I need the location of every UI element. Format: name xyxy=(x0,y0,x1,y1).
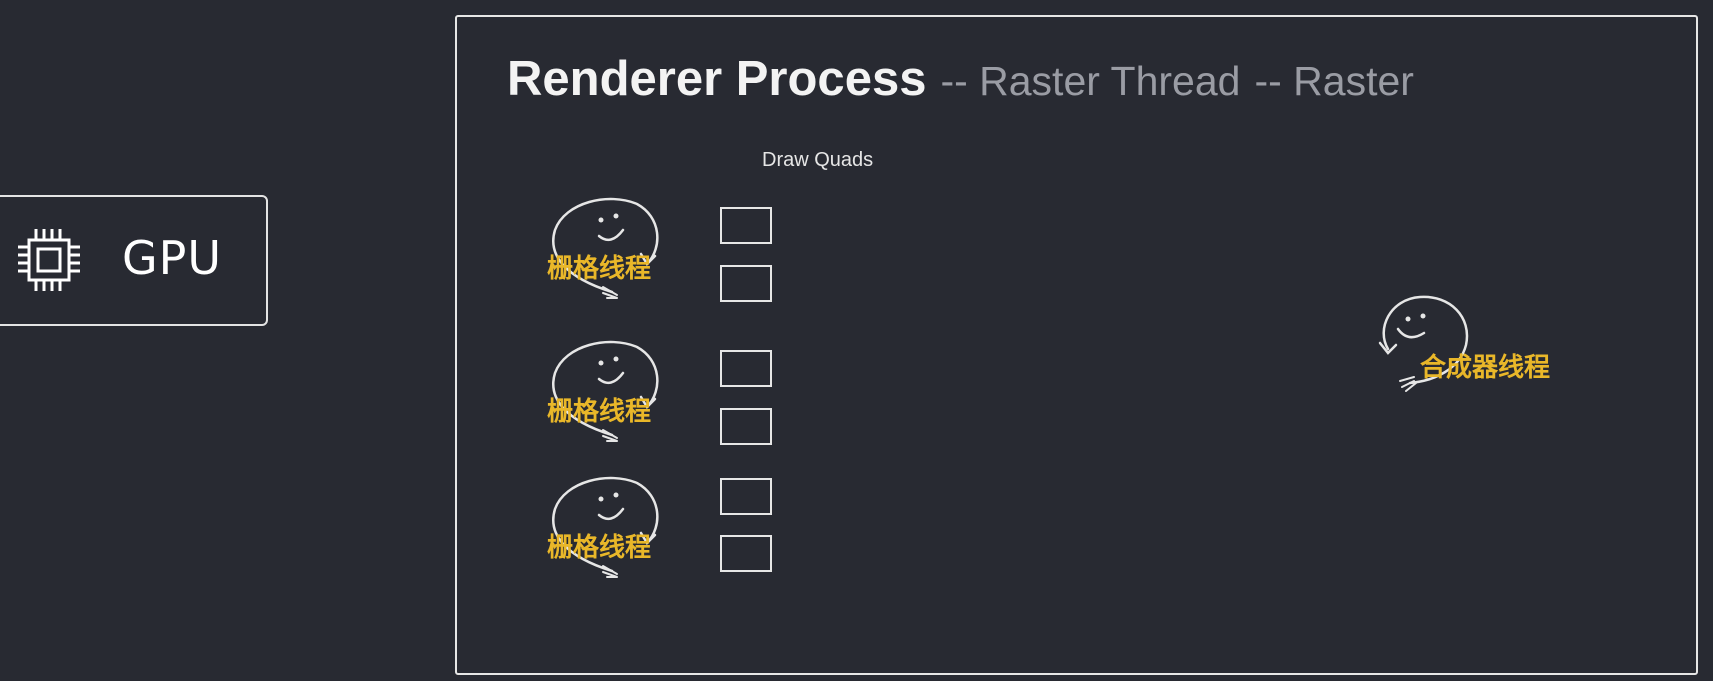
panel-title-row: Renderer Process -- Raster Thread -- Raste… xyxy=(507,51,1414,107)
panel-subtitle-raster: -- Raster xyxy=(1254,58,1414,104)
quad-box xyxy=(720,265,772,302)
gpu-label: GPU xyxy=(122,231,223,285)
quad-box xyxy=(720,350,772,387)
compositor-thread-label: 合成器线程 xyxy=(1420,353,1551,383)
panel-title: Renderer Process xyxy=(507,52,927,106)
gpu-box: GPU xyxy=(0,195,268,326)
raster-thread-label: 栅格线程 xyxy=(547,533,652,563)
raster-thread-label: 栅格线程 xyxy=(547,397,652,427)
cpu-chip-icon xyxy=(18,229,80,291)
quad-box xyxy=(720,408,772,445)
panel-subtitle-raster-thread: -- Raster Thread xyxy=(940,58,1241,104)
quad-box xyxy=(720,535,772,572)
raster-thread-label: 栅格线程 xyxy=(547,254,652,284)
quad-box xyxy=(720,478,772,515)
draw-quads-caption: Draw Quads xyxy=(762,149,874,171)
quad-box xyxy=(720,207,772,244)
renderer-process-panel: Renderer Process -- Raster Thread -- Raste… xyxy=(455,15,1698,675)
